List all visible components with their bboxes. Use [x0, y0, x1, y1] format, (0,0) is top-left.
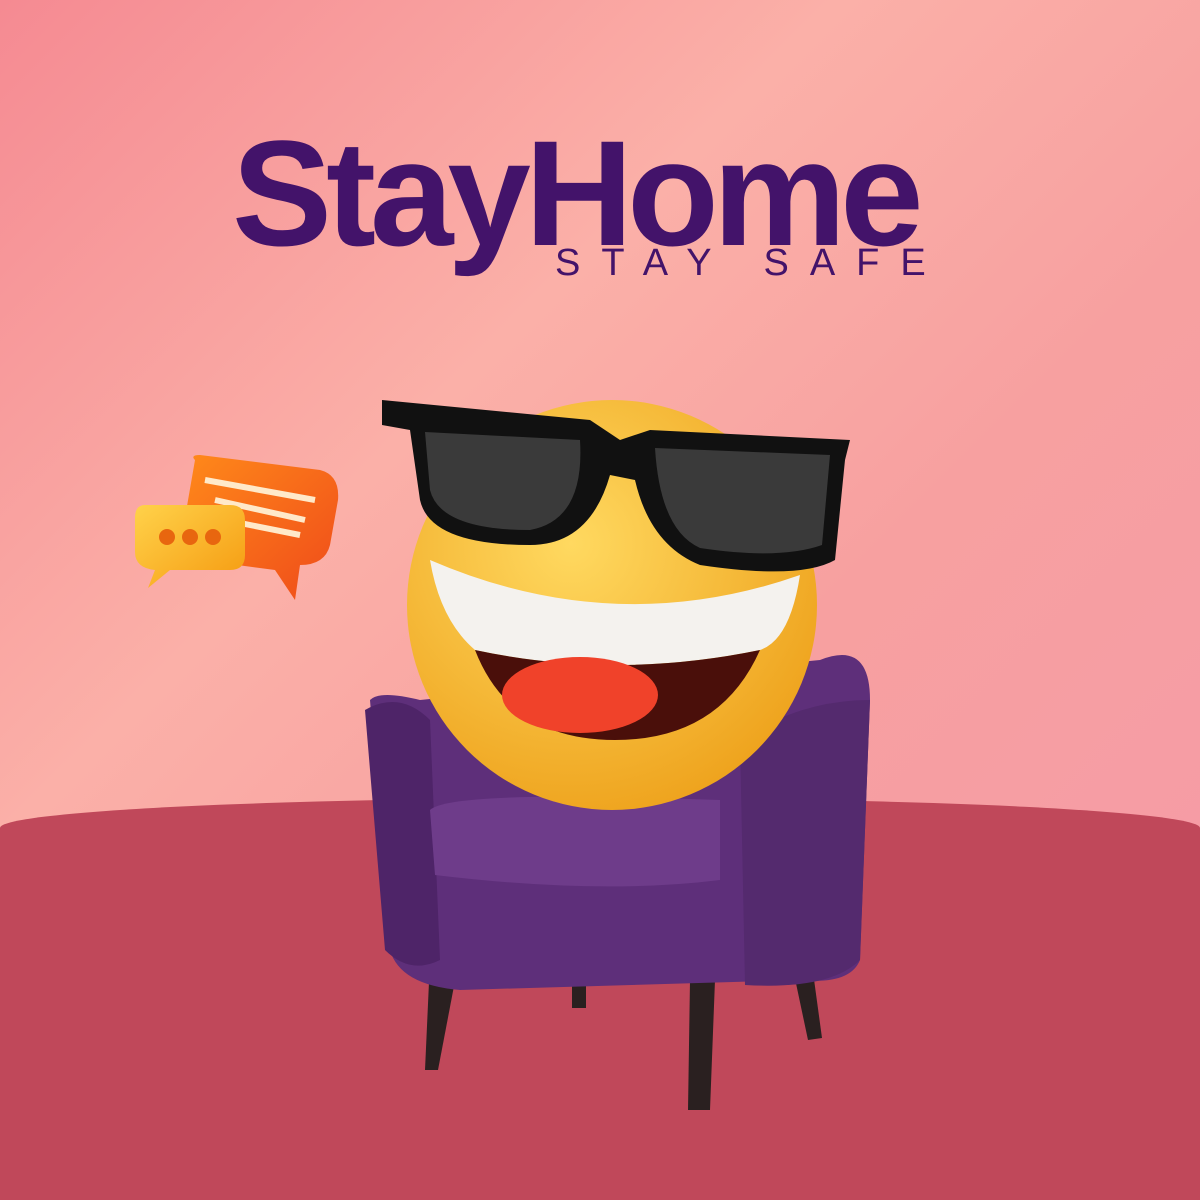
chat-bubbles-icon [135, 455, 339, 600]
illustration [135, 400, 870, 1110]
